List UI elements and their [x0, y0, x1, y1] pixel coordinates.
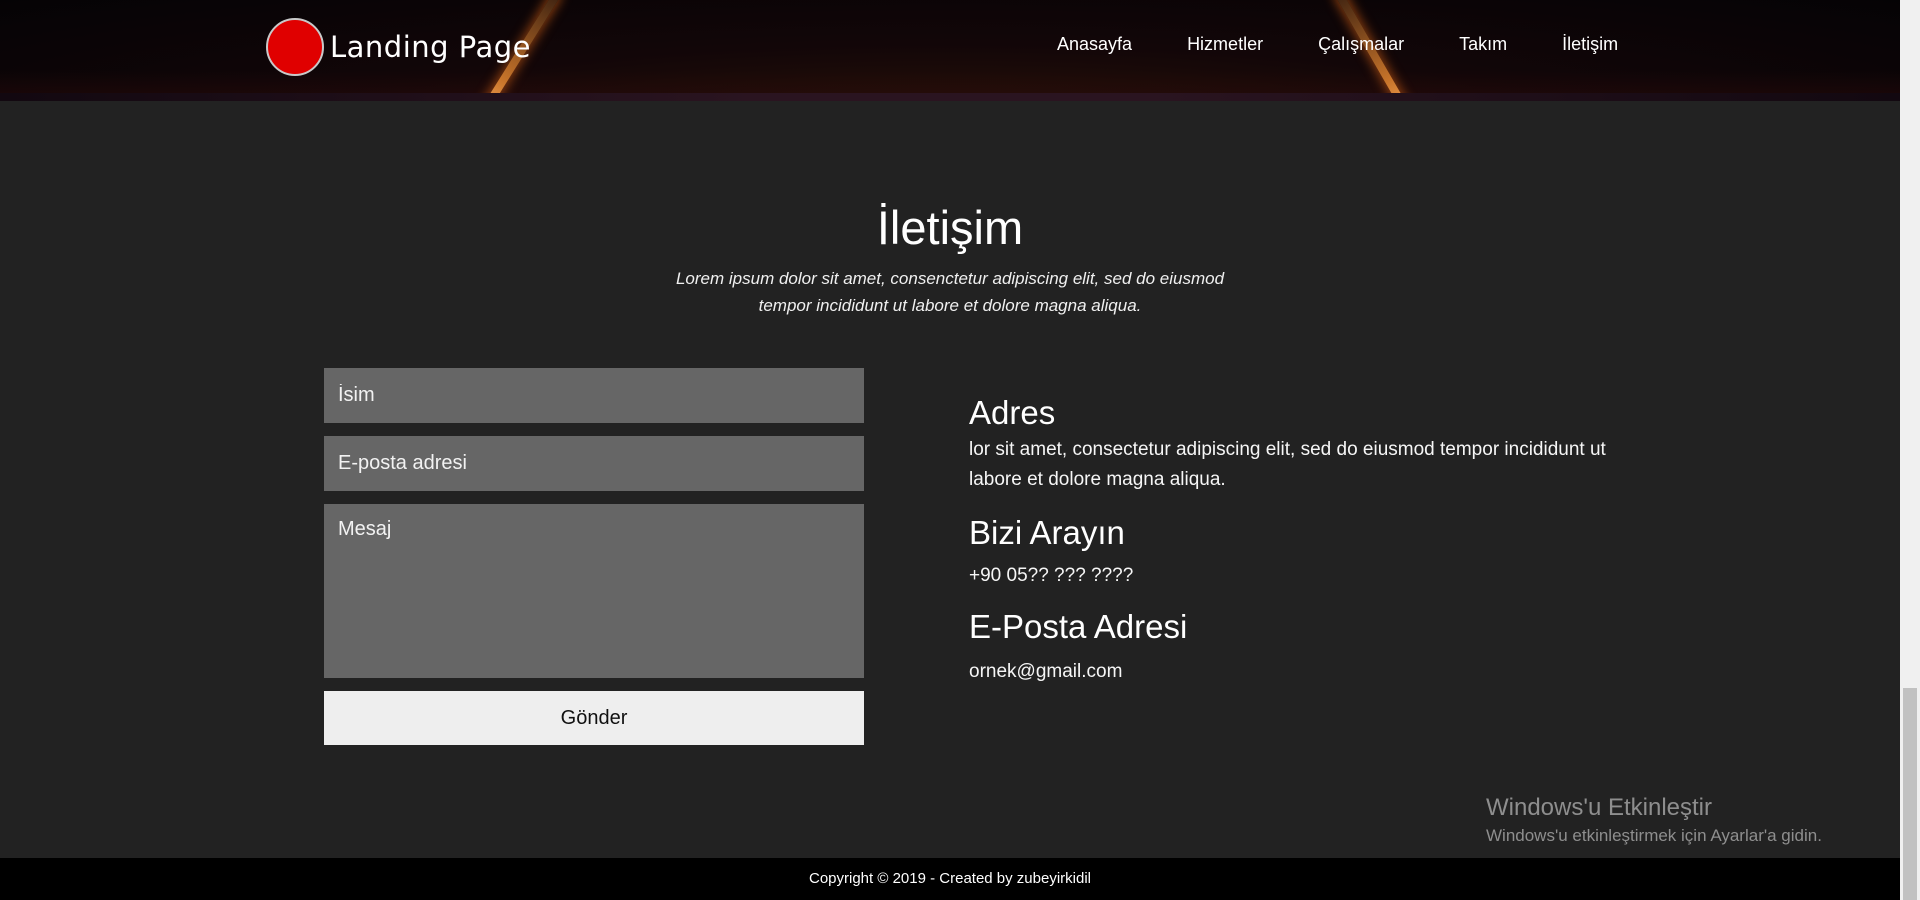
phone-title: Bizi Arayın — [969, 514, 1125, 551]
submit-button[interactable]: Gönder — [324, 691, 864, 745]
phone-text: +90 05?? ??? ???? — [969, 565, 1134, 586]
email-title: E-Posta Adresi — [969, 608, 1188, 645]
main-nav: Anasayfa Hizmetler Çalışmalar Takım İlet… — [1057, 34, 1673, 55]
nav-item-takim[interactable]: Takım — [1459, 34, 1507, 55]
email-input[interactable] — [324, 436, 864, 491]
watermark-title: Windows'u Etkinleştir — [1486, 794, 1712, 821]
message-textarea[interactable] — [324, 504, 864, 678]
nav-item-hizmetler[interactable]: Hizmetler — [1187, 34, 1263, 55]
header: Landing Page Anasayfa Hizmetler Çalışmal… — [0, 0, 1900, 101]
scrollbar-thumb[interactable] — [1903, 688, 1917, 900]
contact-subtitle: Lorem ipsum dolor sit amet, consenctetur… — [675, 269, 1225, 315]
contact-form: Gönder — [324, 368, 864, 745]
logo[interactable]: Landing Page — [266, 18, 531, 76]
address-text: lor sit amet, consectetur adipiscing eli… — [969, 439, 1606, 490]
contact-info: Adres lor sit amet, consectetur adipisci… — [969, 393, 1639, 687]
page-scrollbar[interactable] — [1900, 0, 1920, 900]
nav-item-iletisim[interactable]: İletişim — [1562, 34, 1618, 55]
nav-item-calismalar[interactable]: Çalışmalar — [1318, 34, 1404, 55]
watermark-subtitle: Windows'u etkinleştirmek için Ayarlar'a … — [1486, 826, 1822, 845]
email-text: ornek@gmail.com — [969, 661, 1123, 682]
address-title: Adres — [969, 394, 1056, 431]
contact-title: İletişim — [876, 201, 1024, 254]
logo-circle-icon — [266, 18, 324, 76]
nav-item-anasayfa[interactable]: Anasayfa — [1057, 34, 1132, 55]
footer: Copyright © 2019 - Created by zubeyirkid… — [0, 858, 1900, 900]
header-floor — [0, 93, 1900, 101]
footer-copyright: Copyright © 2019 - Created by zubeyirkid… — [808, 870, 1092, 887]
name-input[interactable] — [324, 368, 864, 423]
logo-text: Landing Page — [330, 30, 531, 64]
windows-activation-watermark: Windows'u Etkinleştir Windows'u etkinleş… — [1486, 794, 1822, 846]
